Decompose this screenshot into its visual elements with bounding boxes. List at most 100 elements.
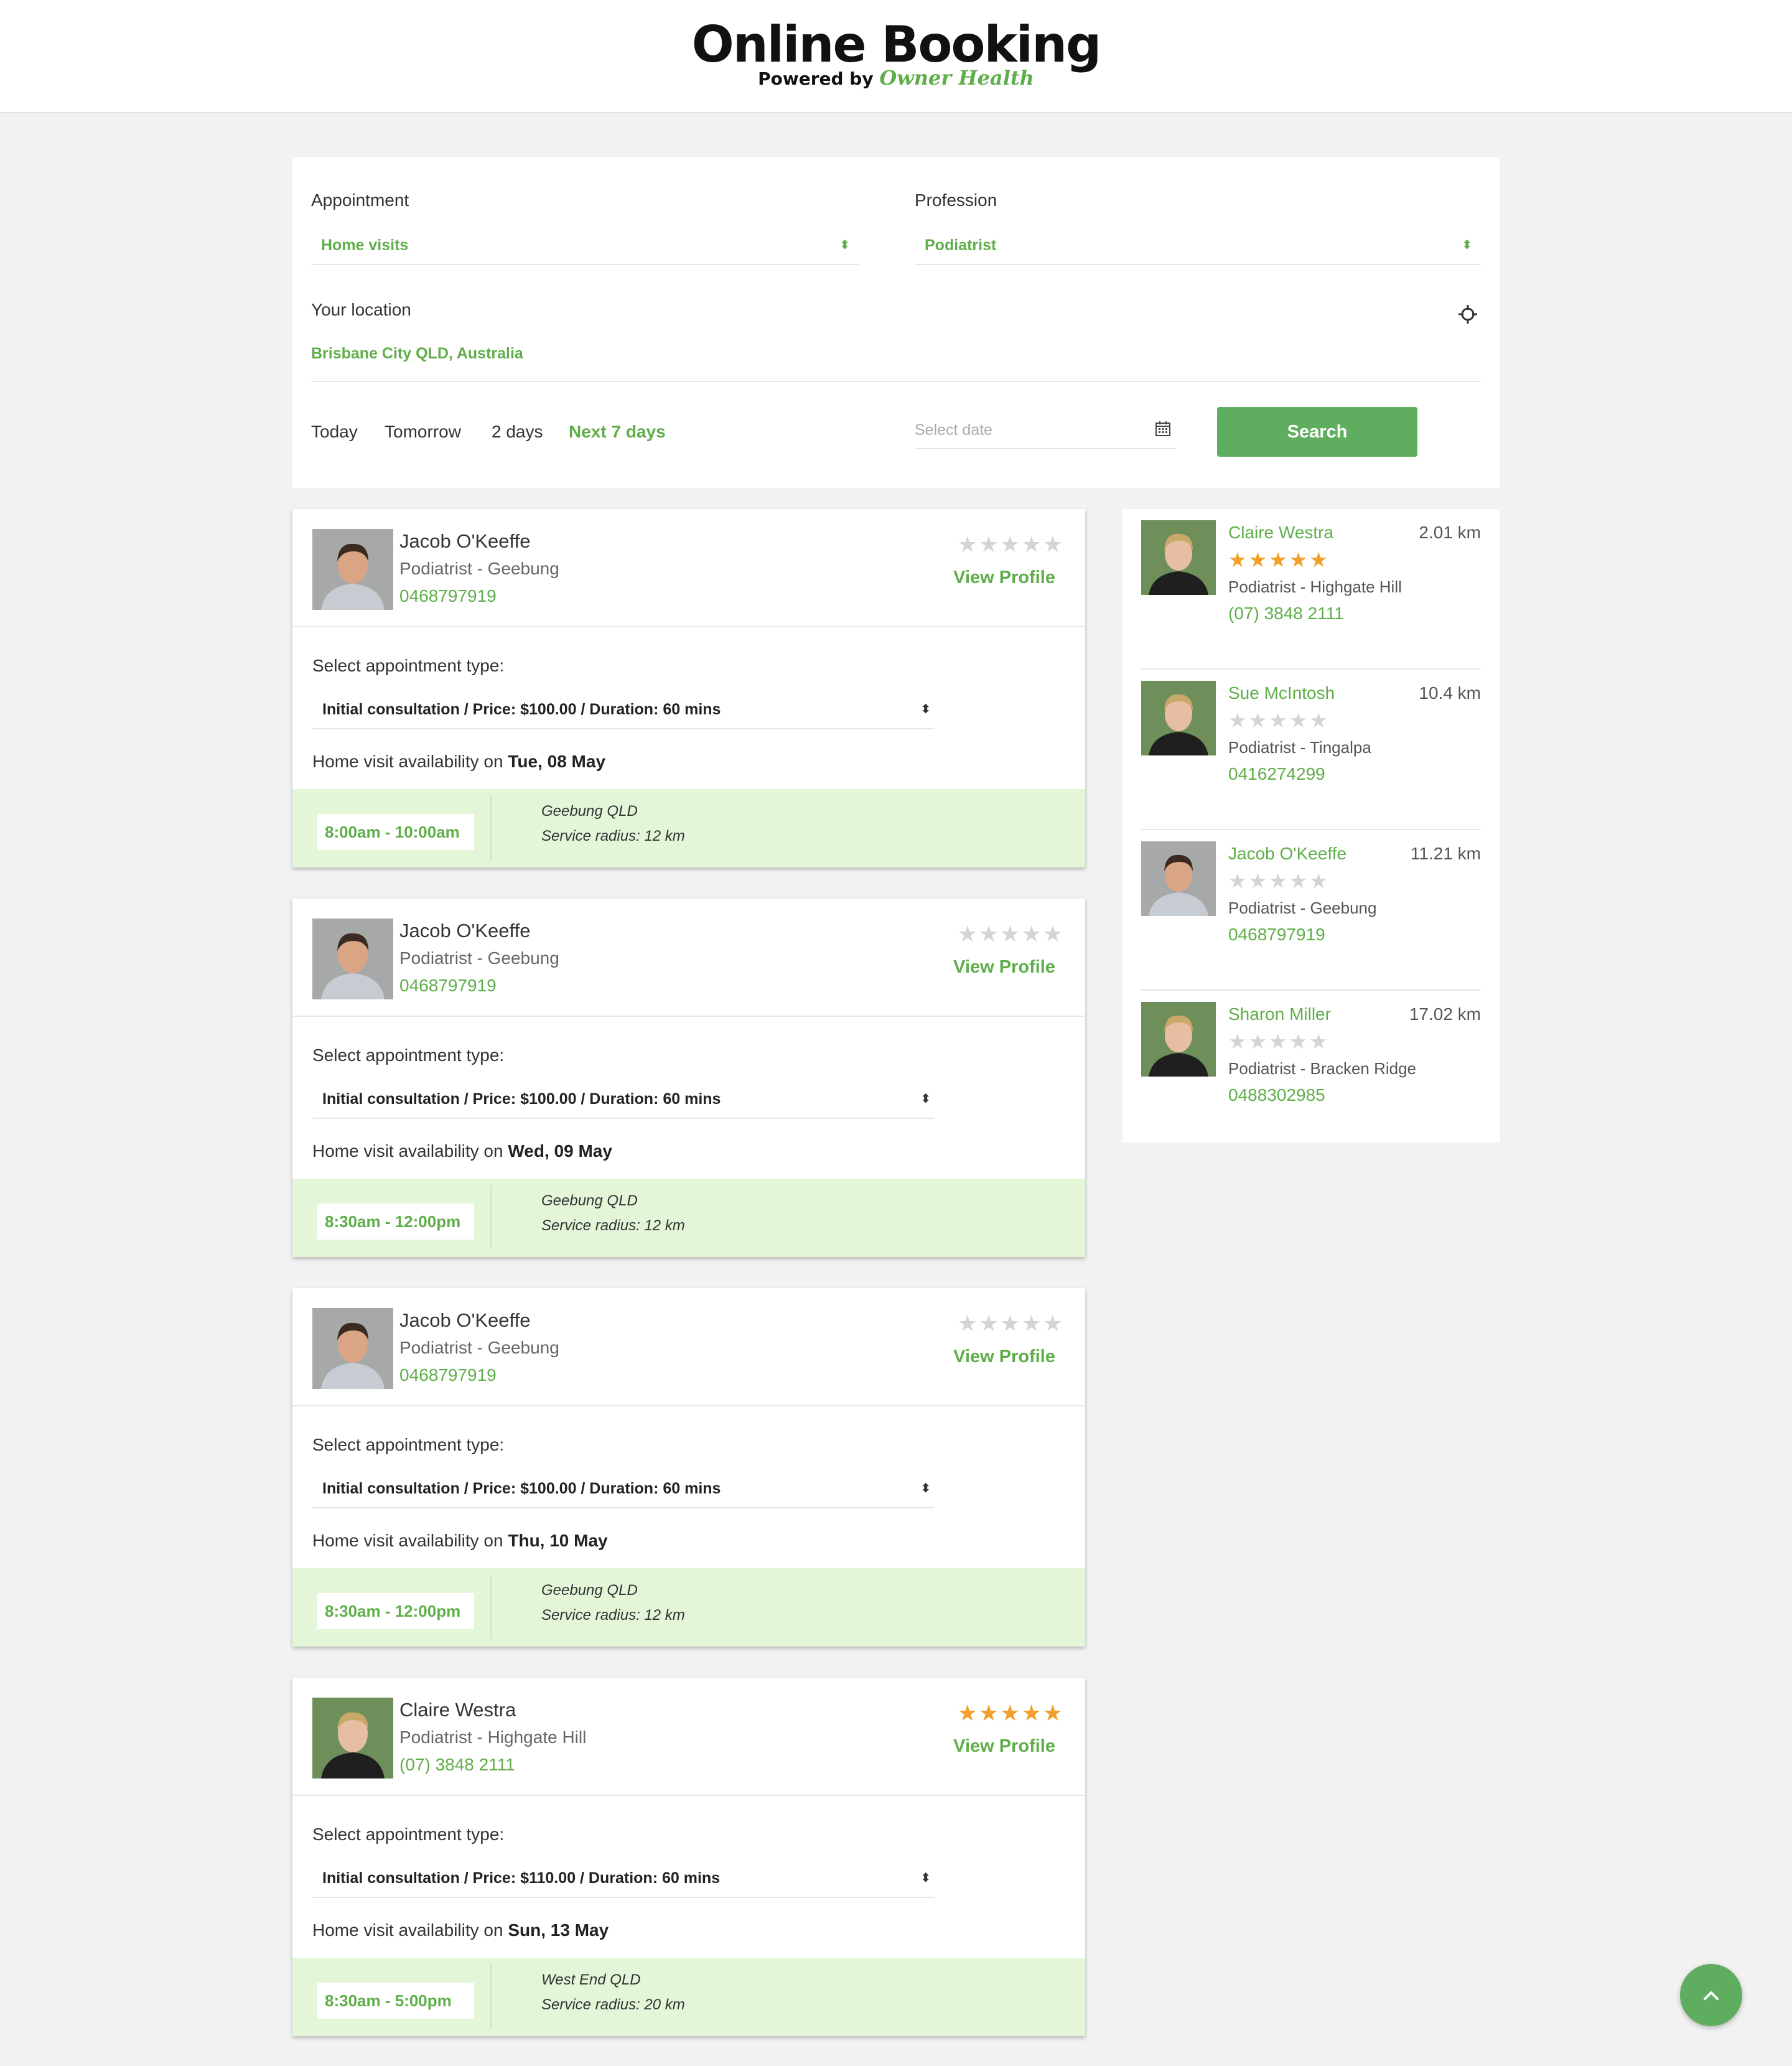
star-icon: ★ xyxy=(1042,1311,1064,1336)
avatar xyxy=(1141,841,1216,916)
rating-stars: ★★★★★ xyxy=(1228,708,1330,732)
time-slot-button[interactable]: 8:30am - 12:00pm xyxy=(317,1593,474,1629)
provider-name: Claire Westra xyxy=(399,1699,516,1721)
provider-phone[interactable]: 0468797919 xyxy=(399,976,497,996)
avatar xyxy=(1141,520,1216,595)
nearby-item[interactable]: Sue McIntosh 10.4 km ★★★★★ Podiatrist - … xyxy=(1141,670,1481,830)
star-icon: ★ xyxy=(1289,548,1310,571)
profession-select[interactable]: Podiatrist ⬍ xyxy=(915,225,1481,265)
result-card: Jacob O'Keeffe Podiatrist - Geebung 0468… xyxy=(292,509,1085,867)
star-icon: ★ xyxy=(1228,548,1249,571)
nearby-name[interactable]: Sharon Miller xyxy=(1228,1004,1331,1024)
slot-divider xyxy=(490,795,492,860)
availability-line: Home visit availability on Thu, 10 May xyxy=(312,1531,608,1551)
star-icon: ★ xyxy=(1042,921,1064,947)
crosshair-icon[interactable] xyxy=(1457,304,1478,325)
appointment-type-label: Select appointment type: xyxy=(312,1825,505,1844)
star-icon: ★ xyxy=(1269,869,1289,892)
service-area: Geebung QLD xyxy=(541,1582,638,1599)
nearby-phone[interactable]: (07) 3848 2111 xyxy=(1228,604,1344,624)
appointment-label: Appointment xyxy=(311,190,409,210)
availability-prefix: Home visit availability on xyxy=(312,1920,503,1940)
nearby-name[interactable]: Jacob O'Keeffe xyxy=(1228,844,1346,864)
result-card: Claire Westra Podiatrist - Highgate Hill… xyxy=(292,1678,1085,2036)
avatar-photo xyxy=(1141,520,1216,595)
profession-value: Podiatrist xyxy=(925,236,997,254)
nearby-phone[interactable]: 0488302985 xyxy=(1228,1085,1325,1105)
time-slot-button[interactable]: 8:30am - 12:00pm xyxy=(317,1204,474,1240)
star-icon: ★ xyxy=(1021,921,1043,947)
avatar-photo xyxy=(312,1308,393,1389)
nearby-distance: 17.02 km xyxy=(1409,1004,1481,1024)
date-input[interactable]: Select date xyxy=(915,411,1176,449)
nearby-item[interactable]: Sharon Miller 17.02 km ★★★★★ Podiatrist … xyxy=(1141,991,1481,1151)
star-icon: ★ xyxy=(1021,1311,1043,1336)
star-icon: ★ xyxy=(1042,1700,1064,1726)
scroll-top-button[interactable] xyxy=(1680,1964,1742,2026)
powered-by-label: Powered by xyxy=(758,68,874,89)
avatar-photo xyxy=(1141,681,1216,755)
nearby-phone[interactable]: 0416274299 xyxy=(1228,764,1325,784)
nearby-distance: 10.4 km xyxy=(1419,683,1481,703)
range-2-days[interactable]: 2 days xyxy=(492,422,543,442)
range-tomorrow[interactable]: Tomorrow xyxy=(385,422,461,442)
rating-stars: ★★★★★ xyxy=(958,1700,1064,1726)
nearby-name[interactable]: Claire Westra xyxy=(1228,523,1333,543)
updown-arrows-icon: ⬍ xyxy=(839,238,850,252)
slot-divider xyxy=(490,1185,492,1250)
provider-phone[interactable]: 0468797919 xyxy=(399,586,497,606)
avatar xyxy=(312,1698,393,1779)
nearby-item[interactable]: Jacob O'Keeffe 11.21 km ★★★★★ Podiatrist… xyxy=(1141,830,1481,991)
rating-stars: ★★★★★ xyxy=(1228,548,1330,572)
star-icon: ★ xyxy=(978,531,1001,557)
rating-stars: ★★★★★ xyxy=(958,921,1064,947)
view-profile-link[interactable]: View Profile xyxy=(953,957,1055,978)
appointment-select[interactable]: Home visits ⬍ xyxy=(311,225,859,265)
provider-phone[interactable]: (07) 3848 2111 xyxy=(399,1755,515,1775)
result-card: Jacob O'Keeffe Podiatrist - Geebung 0468… xyxy=(292,1288,1085,1647)
view-profile-link[interactable]: View Profile xyxy=(953,1347,1055,1367)
appointment-type-value: Initial consultation / Price: $110.00 / … xyxy=(322,1869,721,1887)
appointment-type-select[interactable]: Initial consultation / Price: $100.00 / … xyxy=(312,1079,935,1119)
profession-label: Profession xyxy=(915,190,997,210)
nearby-name[interactable]: Sue McIntosh xyxy=(1228,683,1335,703)
provider-name: Jacob O'Keeffe xyxy=(399,1309,531,1331)
star-icon: ★ xyxy=(1000,531,1022,557)
time-slot-button[interactable]: 8:30am - 5:00pm xyxy=(317,1983,474,2019)
appointment-type-select[interactable]: Initial consultation / Price: $110.00 / … xyxy=(312,1858,935,1898)
star-icon: ★ xyxy=(1000,1700,1022,1726)
service-area: Geebung QLD xyxy=(541,803,638,820)
nearby-phone[interactable]: 0468797919 xyxy=(1228,925,1325,945)
time-slot-band: 8:00am - 10:00am Geebung QLD Service rad… xyxy=(292,789,1085,867)
search-button[interactable]: Search xyxy=(1217,407,1417,457)
star-icon: ★ xyxy=(978,921,1001,947)
nearby-item[interactable]: Claire Westra 2.01 km ★★★★★ Podiatrist -… xyxy=(1141,509,1481,670)
availability-prefix: Home visit availability on xyxy=(312,1141,503,1161)
star-icon: ★ xyxy=(1228,1030,1249,1053)
avatar xyxy=(1141,681,1216,755)
nearby-subtitle: Podiatrist - Bracken Ridge xyxy=(1228,1059,1417,1078)
rating-stars: ★★★★★ xyxy=(958,1311,1064,1337)
star-icon: ★ xyxy=(1269,548,1289,571)
appointment-type-label: Select appointment type: xyxy=(312,656,505,675)
location-input[interactable]: Brisbane City QLD, Australia xyxy=(311,345,523,363)
updown-arrows-icon: ⬍ xyxy=(1462,238,1472,252)
powered-by: Powered by Owner Health xyxy=(0,66,1792,90)
star-icon: ★ xyxy=(978,1700,1001,1726)
nearby-subtitle: Podiatrist - Highgate Hill xyxy=(1228,577,1402,596)
range-today[interactable]: Today xyxy=(311,422,358,442)
location-label: Your location xyxy=(311,300,411,319)
appointment-type-value: Initial consultation / Price: $100.00 / … xyxy=(322,1480,721,1497)
range-next-7-days[interactable]: Next 7 days xyxy=(569,422,666,442)
view-profile-link[interactable]: View Profile xyxy=(953,568,1055,588)
provider-phone[interactable]: 0468797919 xyxy=(399,1365,497,1385)
avatar-photo xyxy=(312,529,393,610)
view-profile-link[interactable]: View Profile xyxy=(953,1736,1055,1757)
star-icon: ★ xyxy=(1228,869,1249,892)
appointment-type-select[interactable]: Initial consultation / Price: $100.00 / … xyxy=(312,1469,935,1508)
appointment-type-select[interactable]: Initial consultation / Price: $100.00 / … xyxy=(312,689,935,729)
time-slot-button[interactable]: 8:00am - 10:00am xyxy=(317,814,474,850)
star-icon: ★ xyxy=(957,921,979,947)
time-slot-band: 8:30am - 5:00pm West End QLD Service rad… xyxy=(292,1958,1085,2036)
star-icon: ★ xyxy=(1228,709,1249,732)
